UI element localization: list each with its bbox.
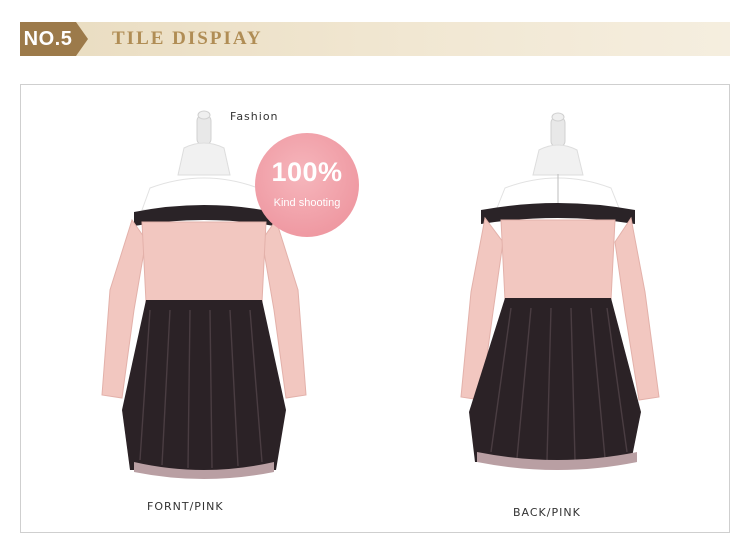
banner-arrow-shape [76, 22, 88, 56]
section-banner: NO.5 TILE DISPIAY [20, 22, 730, 56]
section-number: NO.5 [20, 22, 76, 56]
caption-back: BACK/PINK [513, 506, 581, 519]
badge-percent: 100% [271, 157, 343, 187]
brand-text: Fashion [230, 110, 279, 123]
caption-front: FORNT/PINK [147, 500, 224, 513]
real-shot-badge: 100% Kind shooting [255, 133, 359, 237]
product-photo-back [455, 112, 675, 482]
badge-subtitle: Kind shooting [273, 197, 341, 209]
section-title: TILE DISPIAY [112, 28, 263, 49]
